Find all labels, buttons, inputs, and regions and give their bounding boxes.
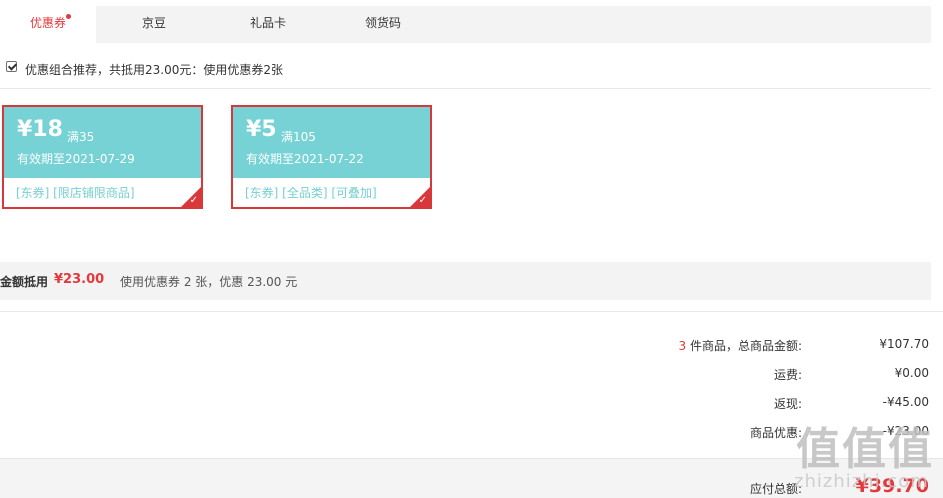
coupon-amount: ¥18	[17, 117, 63, 142]
item-count: 3	[678, 339, 687, 353]
tab-giftcard-label: 礼品卡	[249, 16, 286, 30]
watermark-text: zhizhizhi.com	[794, 471, 929, 492]
shipping-row: 运费: ¥0.00	[0, 366, 943, 386]
combo-text: 优惠组合推荐，共抵用23.00元：使用优惠券2张	[25, 63, 283, 77]
coupon-card[interactable]: ¥18 满35 有效期至2021-07-29 [东券] [限店铺限商品] ✓	[2, 105, 203, 209]
coupon-card[interactable]: ¥5 满105 有效期至2021-07-22 [东券] [全品类] [可叠加] …	[231, 105, 432, 209]
shipping-value: ¥0.00	[894, 366, 929, 380]
watermark-logo: 值值值	[796, 424, 934, 475]
cashback-row: 返现: -¥45.00	[0, 395, 943, 415]
tab-coupons-label: 优惠券	[29, 16, 66, 30]
coupon-tags: [东券] [限店铺限商品]	[16, 186, 135, 200]
tab-giftcard[interactable]: 礼品卡	[225, 6, 311, 43]
combo-recommendation: 优惠组合推荐，共抵用23.00元：使用优惠券2张	[0, 44, 931, 89]
coupon-validity: 有效期至2021-07-22	[246, 152, 364, 166]
coupon-validity: 有效期至2021-07-29	[17, 152, 135, 166]
discount-summary: 金额抵用 ¥23.00 使用优惠券 2 张，优惠 23.00 元	[0, 262, 931, 300]
items-total-row: 3 件商品，总商品金额: ¥107.70	[0, 337, 943, 357]
check-icon: ✓	[189, 195, 198, 206]
notification-dot	[66, 14, 71, 19]
tab-bar: 优惠券 京豆 礼品卡 领货码	[0, 6, 931, 43]
coupon-tags: [东券] [全品类] [可叠加]	[245, 186, 377, 200]
tab-jingdou-label: 京豆	[141, 16, 166, 30]
coupon-header: ¥5 满105 有效期至2021-07-22	[233, 107, 430, 178]
coupon-header: ¥18 满35 有效期至2021-07-29	[4, 107, 201, 178]
tab-pickup-code-label: 领货码	[364, 16, 401, 30]
items-total-label: 3 件商品，总商品金额:	[679, 337, 803, 354]
coupon-amount: ¥5	[246, 117, 277, 142]
check-icon: ✓	[418, 195, 427, 206]
shipping-label: 运费:	[773, 368, 802, 382]
coupon-condition: 满105	[281, 130, 316, 144]
cashback-label: 返现:	[773, 397, 802, 411]
coupon-condition: 满35	[67, 130, 95, 144]
divider	[0, 311, 943, 312]
items-label-text: 件商品，总商品金额:	[686, 339, 802, 353]
discount-value: ¥23.00	[54, 272, 105, 287]
watermark: 值值值 zhizhizhi.com	[786, 413, 943, 498]
cashback-value: -¥45.00	[882, 395, 929, 409]
discount-description: 使用优惠券 2 张，优惠 23.00 元	[120, 275, 298, 289]
combo-checkbox[interactable]	[6, 61, 17, 72]
tab-jingdou[interactable]: 京豆	[111, 6, 197, 43]
tab-pickup-code[interactable]: 领货码	[340, 6, 426, 43]
items-total-value: ¥107.70	[879, 337, 929, 351]
discount-label: 金额抵用	[0, 275, 49, 289]
tab-coupons[interactable]: 优惠券	[0, 6, 96, 43]
